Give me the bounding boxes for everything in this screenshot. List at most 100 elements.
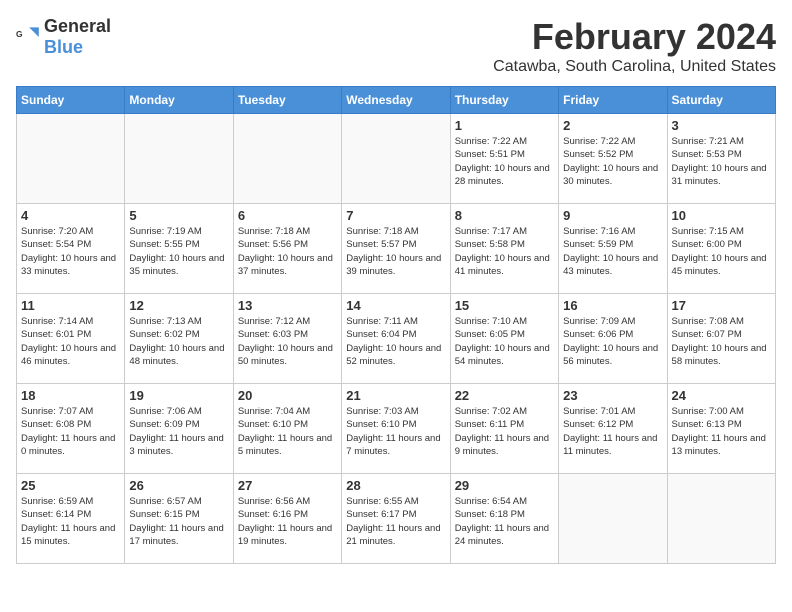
location-subtitle: Catawba, South Carolina, United States (493, 58, 776, 76)
calendar-day-cell: 18 Sunrise: 7:07 AMSunset: 6:08 PMDayligh… (17, 384, 125, 474)
calendar-table: SundayMondayTuesdayWednesdayThursdayFrid… (16, 86, 776, 564)
day-info: Sunrise: 7:19 AMSunset: 5:55 PMDaylight:… (129, 225, 228, 278)
calendar-day-cell: 11 Sunrise: 7:14 AMSunset: 6:01 PMDayligh… (17, 294, 125, 384)
calendar-week-row: 4 Sunrise: 7:20 AMSunset: 5:54 PMDaylight… (17, 204, 776, 294)
day-number: 16 (563, 298, 662, 313)
calendar-day-cell: 20 Sunrise: 7:04 AMSunset: 6:10 PMDayligh… (233, 384, 341, 474)
day-info: Sunrise: 7:04 AMSunset: 6:10 PMDaylight:… (238, 405, 337, 458)
day-info: Sunrise: 7:01 AMSunset: 6:12 PMDaylight:… (563, 405, 662, 458)
calendar-day-cell: 19 Sunrise: 7:06 AMSunset: 6:09 PMDayligh… (125, 384, 233, 474)
calendar-day-cell (125, 114, 233, 204)
calendar-day-cell: 23 Sunrise: 7:01 AMSunset: 6:12 PMDayligh… (559, 384, 667, 474)
day-number: 23 (563, 388, 662, 403)
logo: G General Blue (16, 16, 111, 58)
calendar-day-header: Sunday (17, 87, 125, 114)
calendar-day-cell (667, 474, 775, 564)
day-info: Sunrise: 7:18 AMSunset: 5:57 PMDaylight:… (346, 225, 445, 278)
calendar-day-cell: 25Sunrise: 6:59 AMSunset: 6:14 PMDayligh… (17, 474, 125, 564)
day-number: 12 (129, 298, 228, 313)
calendar-day-header: Friday (559, 87, 667, 114)
calendar-day-cell: 26 Sunrise: 6:57 AMSunset: 6:15 PMDayligh… (125, 474, 233, 564)
day-info: Sunrise: 7:13 AMSunset: 6:02 PMDaylight:… (129, 315, 228, 368)
calendar-day-cell: 28 Sunrise: 6:55 AMSunset: 6:17 PMDayligh… (342, 474, 450, 564)
day-info: Sunrise: 7:07 AMSunset: 6:08 PMDaylight:… (21, 405, 120, 458)
calendar-day-cell: 29 Sunrise: 6:54 AMSunset: 6:18 PMDayligh… (450, 474, 558, 564)
day-info: Sunrise: 7:09 AMSunset: 6:06 PMDaylight:… (563, 315, 662, 368)
calendar-day-cell: 16 Sunrise: 7:09 AMSunset: 6:06 PMDayligh… (559, 294, 667, 384)
day-number: 26 (129, 478, 228, 493)
calendar-day-header: Saturday (667, 87, 775, 114)
day-info: Sunrise: 6:55 AMSunset: 6:17 PMDaylight:… (346, 495, 445, 548)
month-year-title: February 2024 (493, 16, 776, 58)
day-info: Sunrise: 7:12 AMSunset: 6:03 PMDaylight:… (238, 315, 337, 368)
calendar-day-cell: 7 Sunrise: 7:18 AMSunset: 5:57 PMDaylight… (342, 204, 450, 294)
svg-text:G: G (16, 29, 23, 39)
day-info: Sunrise: 7:22 AMSunset: 5:51 PMDaylight:… (455, 135, 554, 188)
day-number: 19 (129, 388, 228, 403)
logo-blue-text: Blue (44, 37, 83, 57)
day-number: 9 (563, 208, 662, 223)
day-number: 7 (346, 208, 445, 223)
calendar-day-cell: 22 Sunrise: 7:02 AMSunset: 6:11 PMDayligh… (450, 384, 558, 474)
calendar-day-header: Tuesday (233, 87, 341, 114)
calendar-day-header: Wednesday (342, 87, 450, 114)
day-number: 24 (672, 388, 771, 403)
day-number: 11 (21, 298, 120, 313)
day-info: Sunrise: 7:02 AMSunset: 6:11 PMDaylight:… (455, 405, 554, 458)
day-info: Sunrise: 7:18 AMSunset: 5:56 PMDaylight:… (238, 225, 337, 278)
day-info: Sunrise: 6:57 AMSunset: 6:15 PMDaylight:… (129, 495, 228, 548)
day-number: 13 (238, 298, 337, 313)
calendar-week-row: 25Sunrise: 6:59 AMSunset: 6:14 PMDayligh… (17, 474, 776, 564)
day-info: Sunrise: 7:08 AMSunset: 6:07 PMDaylight:… (672, 315, 771, 368)
day-info: Sunrise: 7:06 AMSunset: 6:09 PMDaylight:… (129, 405, 228, 458)
day-number: 1 (455, 118, 554, 133)
day-info: Sunrise: 7:17 AMSunset: 5:58 PMDaylight:… (455, 225, 554, 278)
calendar-day-cell (233, 114, 341, 204)
day-info: Sunrise: 6:59 AMSunset: 6:14 PMDaylight:… (21, 495, 120, 548)
calendar-day-cell (17, 114, 125, 204)
calendar-day-cell: 4 Sunrise: 7:20 AMSunset: 5:54 PMDaylight… (17, 204, 125, 294)
calendar-day-cell: 14Sunrise: 7:11 AMSunset: 6:04 PMDayligh… (342, 294, 450, 384)
day-number: 4 (21, 208, 120, 223)
day-number: 22 (455, 388, 554, 403)
day-info: Sunrise: 6:54 AMSunset: 6:18 PMDaylight:… (455, 495, 554, 548)
calendar-day-cell (559, 474, 667, 564)
day-info: Sunrise: 7:16 AMSunset: 5:59 PMDaylight:… (563, 225, 662, 278)
day-info: Sunrise: 7:15 AMSunset: 6:00 PMDaylight:… (672, 225, 771, 278)
day-number: 15 (455, 298, 554, 313)
day-info: Sunrise: 7:00 AMSunset: 6:13 PMDaylight:… (672, 405, 771, 458)
title-section: February 2024 Catawba, South Carolina, U… (493, 16, 776, 76)
calendar-day-cell: 15 Sunrise: 7:10 AMSunset: 6:05 PMDayligh… (450, 294, 558, 384)
calendar-day-cell (342, 114, 450, 204)
calendar-day-cell: 8 Sunrise: 7:17 AMSunset: 5:58 PMDaylight… (450, 204, 558, 294)
logo-icon: G (16, 25, 40, 49)
calendar-day-header: Thursday (450, 87, 558, 114)
day-number: 21 (346, 388, 445, 403)
day-number: 20 (238, 388, 337, 403)
day-number: 28 (346, 478, 445, 493)
calendar-day-cell: 12 Sunrise: 7:13 AMSunset: 6:02 PMDayligh… (125, 294, 233, 384)
logo-general-text: General (44, 16, 111, 36)
day-info: Sunrise: 7:22 AMSunset: 5:52 PMDaylight:… (563, 135, 662, 188)
calendar-week-row: 18 Sunrise: 7:07 AMSunset: 6:08 PMDayligh… (17, 384, 776, 474)
calendar-day-cell: 5 Sunrise: 7:19 AMSunset: 5:55 PMDaylight… (125, 204, 233, 294)
calendar-week-row: 1 Sunrise: 7:22 AMSunset: 5:51 PMDaylight… (17, 114, 776, 204)
day-number: 8 (455, 208, 554, 223)
day-number: 5 (129, 208, 228, 223)
day-info: Sunrise: 7:20 AMSunset: 5:54 PMDaylight:… (21, 225, 120, 278)
day-info: Sunrise: 7:21 AMSunset: 5:53 PMDaylight:… (672, 135, 771, 188)
day-info: Sunrise: 6:56 AMSunset: 6:16 PMDaylight:… (238, 495, 337, 548)
day-number: 17 (672, 298, 771, 313)
day-info: Sunrise: 7:03 AMSunset: 6:10 PMDaylight:… (346, 405, 445, 458)
calendar-day-cell: 24 Sunrise: 7:00 AMSunset: 6:13 PMDayligh… (667, 384, 775, 474)
day-info: Sunrise: 7:14 AMSunset: 6:01 PMDaylight:… (21, 315, 120, 368)
day-number: 6 (238, 208, 337, 223)
day-number: 29 (455, 478, 554, 493)
day-number: 18 (21, 388, 120, 403)
calendar-day-cell: 9 Sunrise: 7:16 AMSunset: 5:59 PMDaylight… (559, 204, 667, 294)
day-info: Sunrise: 7:10 AMSunset: 6:05 PMDaylight:… (455, 315, 554, 368)
calendar-day-cell: 17 Sunrise: 7:08 AMSunset: 6:07 PMDayligh… (667, 294, 775, 384)
header: G General Blue February 2024 Catawba, So… (16, 16, 776, 76)
day-number: 2 (563, 118, 662, 133)
calendar-day-cell: 10Sunrise: 7:15 AMSunset: 6:00 PMDayligh… (667, 204, 775, 294)
